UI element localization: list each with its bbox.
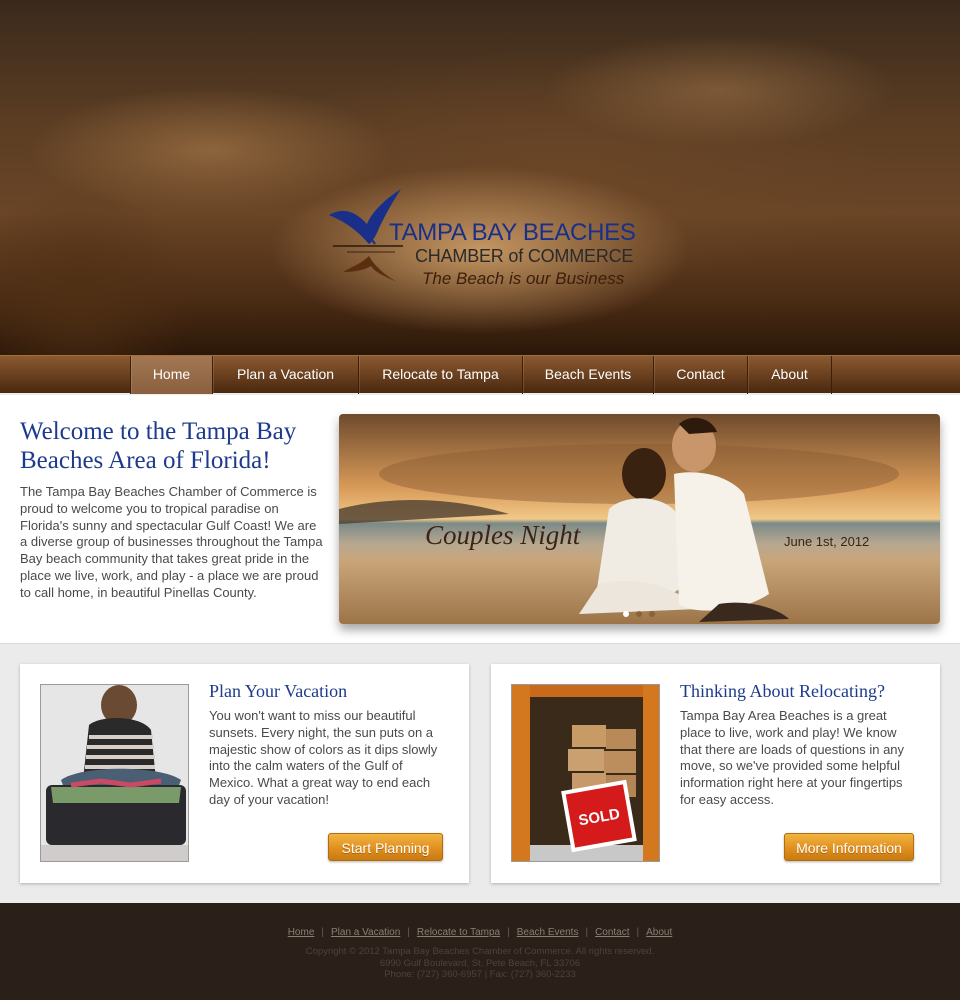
logo-subtitle: CHAMBER of COMMERCE <box>415 246 634 266</box>
start-planning-button[interactable]: Start Planning <box>328 833 443 861</box>
address-text: 6990 Gulf Boulevard, St. Pete Beach, FL … <box>379 957 581 969</box>
nav-item-home[interactable]: Home <box>131 356 213 394</box>
footer-links: Home | Plan a Vacation | Relocate to Tampa | B… <box>0 927 960 938</box>
footer: Home | Plan a Vacation | Relocate to Tampa | B… <box>0 903 960 1000</box>
slider-dot-3[interactable] <box>649 611 655 617</box>
slide-date: June 1st, 2012 <box>784 534 870 549</box>
footer-separator: | <box>636 927 640 938</box>
main-nav: Home Plan a Vacation Relocate to Tampa B… <box>0 355 960 394</box>
couple-beach-photo <box>339 414 940 624</box>
footer-link-home[interactable]: Home <box>288 927 315 938</box>
relocating-text: Tampa Bay Area Beaches is a great place … <box>680 708 905 807</box>
footer-link-beach-events[interactable]: Beach Events <box>517 927 579 938</box>
moving-truck-photo: SOLD <box>511 684 660 862</box>
nav-item-plan-a-vacation[interactable]: Plan a Vacation <box>213 356 359 394</box>
logo-title: TAMPA BAY BEACHES <box>389 219 636 246</box>
slider-pagination <box>623 611 655 617</box>
welcome-text: The Tampa Bay Beaches Chamber of Commerc… <box>20 484 323 600</box>
packing-suitcase-photo <box>40 684 189 862</box>
event-slider[interactable]: Couples Night June 1st, 2012 <box>339 414 940 624</box>
nav-item-beach-events[interactable]: Beach Events <box>523 356 654 394</box>
chamber-logo[interactable]: TAMPA BAY BEACHES CHAMBER of COMMERCE Th… <box>325 186 640 291</box>
footer-separator: | <box>407 927 410 938</box>
footer-link-relocate-to-tampa[interactable]: Relocate to Tampa <box>417 927 500 938</box>
footer-link-contact[interactable]: Contact <box>595 927 629 938</box>
phone-fax-text: Phone: (727) 360-6957 | Fax: (727) 360-2… <box>384 969 576 980</box>
more-information-button[interactable]: More Information <box>784 833 914 861</box>
footer-separator: | <box>321 927 324 938</box>
vacation-card: Plan Your Vacation You won't want to mis… <box>20 664 469 883</box>
vacation-heading: Plan Your Vacation <box>209 681 348 701</box>
slide-caption: Couples Night <box>425 520 581 550</box>
copyright-text: Copyright © 2012 Tampa Bay Beaches Chamb… <box>305 946 655 957</box>
welcome-section: Welcome to the Tampa Bay Beaches Area of… <box>0 395 960 644</box>
nav-item-about[interactable]: About <box>748 356 832 394</box>
nav-item-contact[interactable]: Contact <box>654 356 748 394</box>
welcome-heading: Welcome to the Tampa Bay Beaches Area of… <box>20 418 297 474</box>
vacation-text: You won't want to miss our beautiful sun… <box>209 708 438 807</box>
footer-separator: | <box>585 927 589 938</box>
footer-link-about[interactable]: About <box>646 927 672 938</box>
header-banner: TAMPA BAY BEACHES CHAMBER of COMMERCE Th… <box>0 0 960 355</box>
footer-separator: | <box>507 927 510 938</box>
relocating-heading: Thinking About Relocating? <box>680 681 885 701</box>
footer-contact-info: Copyright © 2012 Tampa Bay Beaches Chamb… <box>0 946 960 981</box>
footer-link-plan-a-vacation[interactable]: Plan a Vacation <box>331 927 400 938</box>
slider-dot-2[interactable] <box>636 611 642 617</box>
slider-dot-1[interactable] <box>623 611 629 617</box>
logo-tagline: The Beach is our Business <box>422 269 625 288</box>
nav-item-relocate-to-tampa[interactable]: Relocate to Tampa <box>359 356 523 394</box>
relocating-card: SOLD Thinking About Relocating? Tampa Ba… <box>491 664 940 883</box>
